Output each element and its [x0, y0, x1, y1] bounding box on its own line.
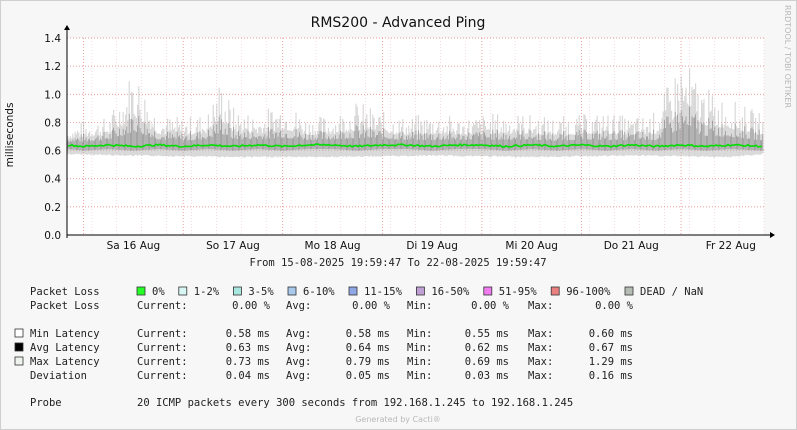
stats-swatch: [14, 328, 24, 338]
stats-avg-value: 0.58 ms: [346, 328, 390, 340]
stats-min-label: Min:: [407, 370, 432, 382]
time-range-label: From 15-08-2025 19:59:47 To 22-08-2025 1…: [249, 257, 546, 269]
x-tick-label: Di 19 Aug: [406, 240, 458, 252]
probe-text: 20 ICMP packets every 300 seconds from 1…: [137, 397, 573, 409]
stats-swatch: [14, 356, 24, 366]
stats-current-value: 0.00 %: [232, 300, 271, 312]
stats-max-label: Max:: [528, 356, 553, 368]
stats-min-value: 0.62 ms: [465, 342, 509, 354]
stats-min-label: Min:: [407, 300, 432, 312]
packet-loss-legend: Packet Loss 0% 1-2% 3-5% 6-10% 11-15% 16-50% 51…: [30, 286, 703, 298]
legend-swatch: [348, 286, 358, 296]
stats-row-label: Deviation: [30, 370, 87, 382]
legend-label: 16-50%: [431, 286, 470, 298]
stats-row-label: Avg Latency: [30, 342, 100, 354]
legend-label: 3-5%: [248, 286, 274, 298]
legend-label: 1-2%: [194, 286, 220, 298]
legend-title: Packet Loss: [30, 286, 100, 298]
x-tick-label: Mo 18 Aug: [305, 240, 361, 252]
stats-avg-value: 0.79 ms: [346, 356, 390, 368]
x-axis-arrow: [770, 232, 775, 238]
stats-avg-label: Avg:: [286, 370, 311, 382]
chart-title: RMS200 - Advanced Ping: [311, 15, 486, 31]
x-tick-label: So 17 Aug: [206, 240, 260, 252]
y-tick-label: 1.0: [44, 89, 61, 101]
stats-avg-label: Avg:: [286, 356, 311, 368]
stats-row-label: Max Latency: [30, 356, 100, 368]
legend-swatch: [483, 286, 493, 296]
stats-avg-label: Avg:: [286, 342, 311, 354]
legend-swatch: [136, 286, 146, 296]
y-tick-label: 0.2: [44, 202, 61, 214]
stats-current-value: 0.58 ms: [226, 328, 270, 340]
stats-avg-value: 0.00 %: [352, 300, 391, 312]
x-tick-label: Do 21 Aug: [604, 240, 659, 252]
stats-avg-label: Avg:: [286, 300, 311, 312]
stats-max-label: Max:: [528, 328, 553, 340]
legend-swatch: [415, 286, 425, 296]
stats-min-value: 0.69 ms: [465, 356, 509, 368]
legend-swatch: [550, 286, 560, 296]
y-tick-label: 0.0: [44, 230, 61, 242]
legend-swatch: [624, 286, 634, 296]
stats-avg-value: 0.64 ms: [346, 342, 390, 354]
stats-max-value: 0.16 ms: [589, 370, 633, 382]
y-tick-label: 1.2: [44, 61, 61, 73]
y-tick-label: 0.6: [44, 146, 61, 158]
legend-swatch: [232, 286, 242, 296]
x-tick-label: Sa 16 Aug: [107, 240, 161, 252]
stats-min-value: 0.55 ms: [465, 328, 509, 340]
stats-min-value: 0.03 ms: [465, 370, 509, 382]
stats-current-label: Current:: [137, 370, 188, 382]
stats-max-value: 0.60 ms: [589, 328, 633, 340]
stats-max-label: Max:: [528, 342, 553, 354]
y-tick-label: 1.4: [44, 33, 61, 45]
legend-label: 51-95%: [499, 286, 538, 298]
legend-label: DEAD / NaN: [640, 286, 703, 298]
footer-generated: Generated by Cacti®: [355, 415, 441, 424]
stats-current-label: Current:: [137, 356, 188, 368]
rrdtool-watermark: RRDTOOL / TOBI OETIKER: [783, 5, 792, 108]
legend-label: 6-10%: [303, 286, 335, 298]
probe-label: Probe: [30, 397, 62, 409]
stats-current-value: 0.73 ms: [226, 356, 270, 368]
stats-min-label: Min:: [407, 328, 432, 340]
stats-row-label: Min Latency: [30, 328, 100, 340]
stats-min-value: 0.00 %: [471, 300, 510, 312]
y-axis-label: milliseconds: [4, 103, 16, 168]
stats-max-value: 0.67 ms: [589, 342, 633, 354]
legend-swatch: [178, 286, 188, 296]
stats-avg-label: Avg:: [286, 328, 311, 340]
stats-avg-value: 0.05 ms: [346, 370, 390, 382]
stats-max-value: 1.29 ms: [589, 356, 633, 368]
stats-table: Packet Loss Current: 0.00 % Avg: 0.00 % Min: 0…: [14, 300, 634, 382]
legend-swatch: [287, 286, 297, 296]
stats-row-label: Packet Loss: [30, 300, 100, 312]
x-tick-label: Fr 22 Aug: [706, 240, 756, 252]
stats-current-label: Current:: [137, 328, 188, 340]
stats-current-value: 0.63 ms: [226, 342, 270, 354]
legend-label: 11-15%: [364, 286, 403, 298]
stats-min-label: Min:: [407, 342, 432, 354]
stats-current-value: 0.04 ms: [226, 370, 270, 382]
x-tick-label: Mi 20 Aug: [505, 240, 558, 252]
legend-label: 96-100%: [566, 286, 611, 298]
stats-current-label: Current:: [137, 300, 188, 312]
stats-max-value: 0.00 %: [595, 300, 634, 312]
y-tick-label: 0.4: [44, 174, 61, 186]
stats-current-label: Current:: [137, 342, 188, 354]
stats-min-label: Min:: [407, 356, 432, 368]
y-axis-arrow: [64, 25, 70, 30]
stats-max-label: Max:: [528, 300, 553, 312]
y-tick-label: 0.8: [44, 117, 61, 129]
legend-label: 0%: [152, 286, 165, 298]
stats-max-label: Max:: [528, 370, 553, 382]
stats-swatch: [14, 342, 24, 352]
ping-chart: RMS200 - Advanced Ping RRDTOOL / TOBI OE…: [4, 5, 792, 424]
